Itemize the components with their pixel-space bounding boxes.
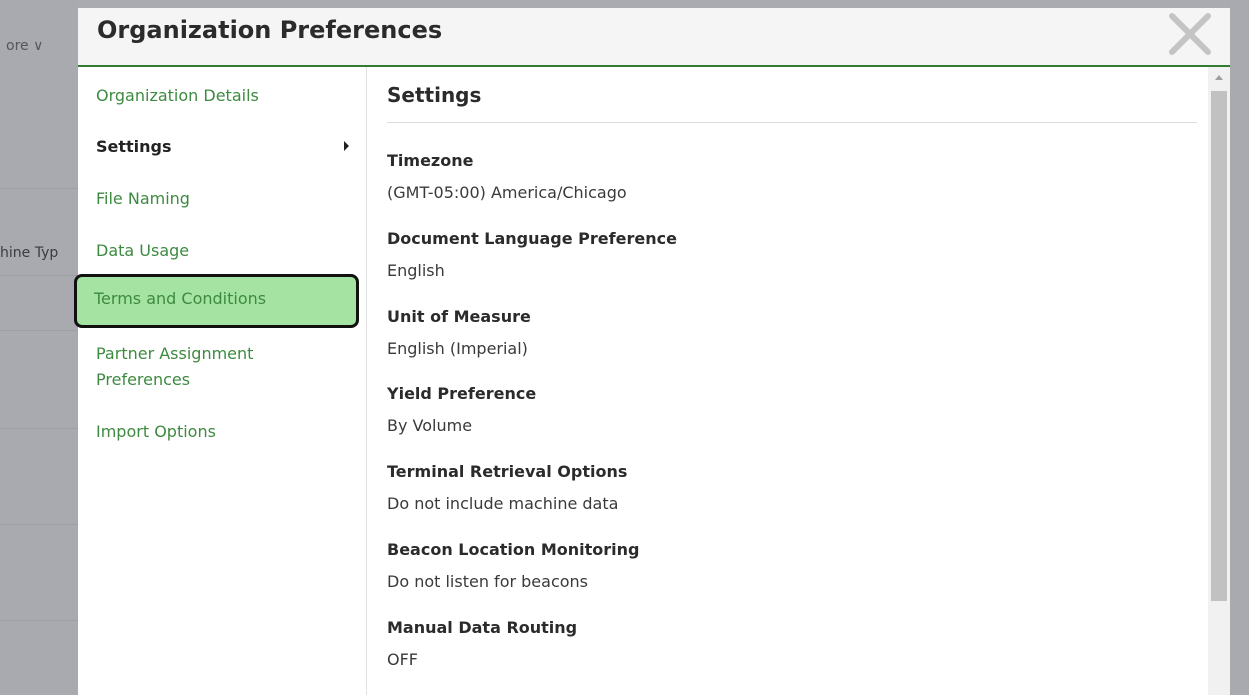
sidebar-item-label: Terms and Conditions <box>94 289 267 308</box>
divider <box>387 122 1197 123</box>
modal-header: Organization Preferences <box>78 8 1230 67</box>
modal-title: Organization Preferences <box>97 16 443 44</box>
organization-preferences-modal: Organization Preferences Organization De… <box>74 8 1230 695</box>
divider <box>0 524 78 525</box>
divider <box>0 275 78 276</box>
chevron-right-icon <box>344 141 349 151</box>
scrollbar-thumb[interactable] <box>1211 91 1227 601</box>
yield-preference-value: By Volume <box>387 416 473 435</box>
background-page-right <box>1230 0 1249 695</box>
timezone-value: (GMT-05:00) America/Chicago <box>387 183 627 202</box>
divider <box>0 428 78 429</box>
unit-of-measure-label: Unit of Measure <box>387 307 531 326</box>
preferences-sidebar: Organization Details Settings File Namin… <box>74 67 367 695</box>
sidebar-item-file-naming[interactable]: File Naming <box>96 186 190 212</box>
column-header: hine Typ <box>0 245 59 261</box>
sidebar-item-data-usage[interactable]: Data Usage <box>96 238 189 264</box>
section-title: Settings <box>387 83 482 107</box>
divider <box>0 330 78 331</box>
document-language-value: English <box>387 261 445 280</box>
document-language-label: Document Language Preference <box>387 229 677 248</box>
beacon-monitoring-label: Beacon Location Monitoring <box>387 540 640 559</box>
manual-data-routing-value: OFF <box>387 650 418 669</box>
divider <box>0 620 78 621</box>
divider <box>0 188 78 189</box>
beacon-monitoring-value: Do not listen for beacons <box>387 572 589 591</box>
sidebar-item-terms-and-conditions[interactable]: Terms and Conditions <box>74 274 359 328</box>
unit-of-measure-value: English (Imperial) <box>387 339 528 358</box>
terminal-retrieval-value: Do not include machine data <box>387 494 619 513</box>
terminal-retrieval-label: Terminal Retrieval Options <box>387 462 628 481</box>
sidebar-item-import-options[interactable]: Import Options <box>96 419 216 445</box>
sidebar-item-partner-assignment-preferences[interactable]: Partner Assignment Preferences <box>96 341 296 393</box>
yield-preference-label: Yield Preference <box>387 384 537 403</box>
settings-panel: Settings Timezone (GMT-05:00) America/Ch… <box>387 67 1197 695</box>
background-page: ore ∨ hine Typ <box>0 0 78 695</box>
close-icon[interactable] <box>1166 10 1214 58</box>
scroll-up-arrow-icon[interactable] <box>1215 75 1223 80</box>
manual-data-routing-label: Manual Data Routing <box>387 618 578 637</box>
sidebar-item-organization-details[interactable]: Organization Details <box>96 83 259 109</box>
scrollbar[interactable] <box>1208 67 1230 695</box>
more-menu: ore ∨ <box>6 38 44 54</box>
timezone-label: Timezone <box>387 151 474 170</box>
sidebar-item-settings[interactable]: Settings <box>96 134 172 160</box>
